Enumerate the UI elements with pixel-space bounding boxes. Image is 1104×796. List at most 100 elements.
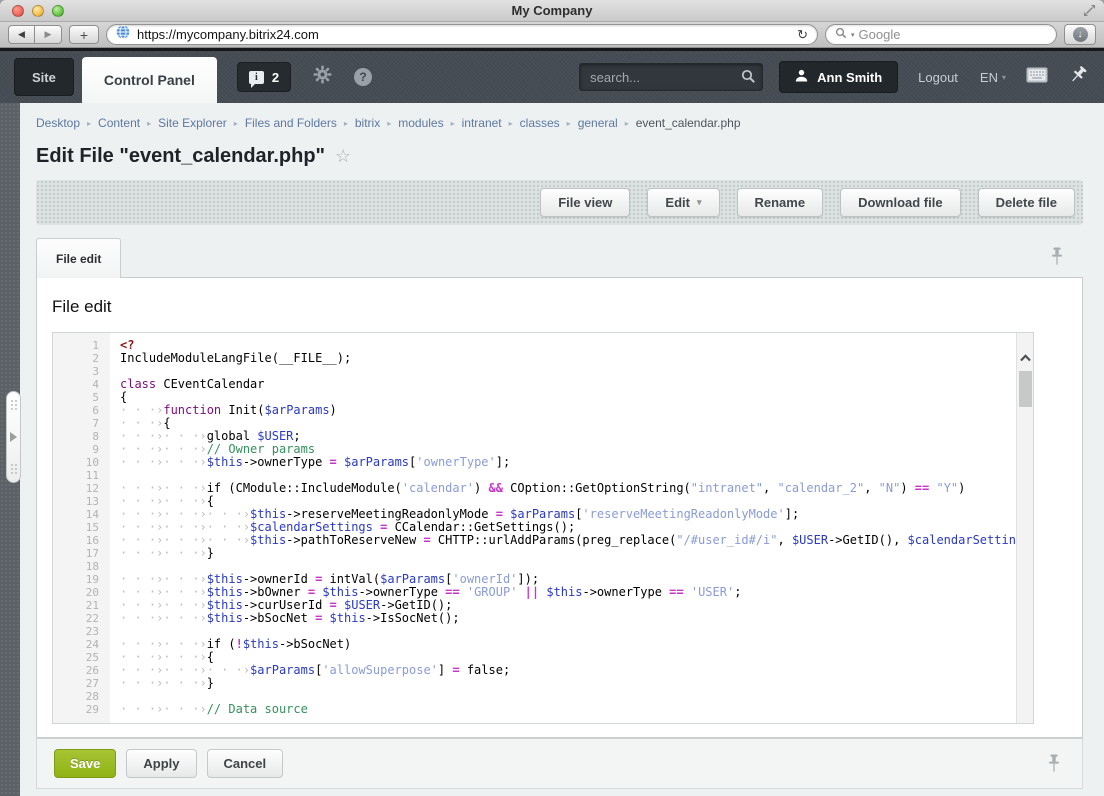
line-number: 29 — [85, 703, 99, 716]
breadcrumb-item[interactable]: general — [578, 116, 618, 130]
web-search-field[interactable]: ▾ Google — [825, 24, 1057, 45]
breadcrumb-item[interactable]: Site Explorer — [158, 116, 227, 130]
reload-icon[interactable]: ↻ — [797, 27, 808, 43]
code-line[interactable]: 2 IncludeModuleLangFile(__FILE__); — [53, 352, 1033, 366]
logout-link[interactable]: Logout — [918, 70, 958, 85]
save-button[interactable]: Save — [54, 749, 117, 778]
pin-icon[interactable] — [1046, 754, 1062, 778]
cancel-button[interactable]: Cancel — [206, 749, 284, 778]
scroll-up-icon[interactable] — [1020, 349, 1031, 367]
form-footer: Save Apply Cancel — [36, 738, 1083, 789]
code-line[interactable]: 17 · · ·›· · ·›} — [53, 547, 1033, 561]
zoom-window-button[interactable] — [52, 5, 64, 17]
pin-icon[interactable] — [1068, 65, 1088, 90]
tab-control-panel-label: Control Panel — [103, 72, 195, 88]
code-pane: 1 <? 2 IncludeModuleLangFile(__FILE__); 3 4 cl… — [53, 333, 1033, 717]
code-line[interactable]: 22 · · ·›· · ·›$this->bSocNet = $this->Is… — [53, 611, 1033, 626]
button-label: Delete file — [995, 195, 1057, 210]
line-number: 17 — [85, 547, 99, 560]
user-name: Ann Smith — [817, 69, 883, 85]
resize-icon[interactable] — [1083, 4, 1096, 22]
edit-button[interactable]: Edit ▾ — [647, 188, 720, 217]
nav-buttons: ◀ ▶ — [8, 25, 62, 44]
tab-file-edit-label: File edit — [56, 251, 102, 266]
page-zone: Desktop ▸ Content ▸ Site Explorer ▸ Files and … — [0, 103, 1104, 796]
line-number: 3 — [92, 365, 99, 378]
tab-control-panel[interactable]: Control Panel — [81, 57, 217, 103]
button-label: Download file — [858, 195, 943, 210]
scrollbar-thumb[interactable] — [1019, 371, 1032, 407]
window-controls — [12, 5, 64, 17]
line-number: 4 — [92, 378, 99, 391]
gear-icon[interactable] — [313, 65, 332, 89]
tab-file-edit[interactable]: File edit — [36, 238, 122, 278]
back-button[interactable]: ◀ — [8, 25, 35, 44]
breadcrumb-item[interactable]: intranet — [462, 116, 502, 130]
tab-site-label: Site — [32, 69, 56, 85]
new-tab-button[interactable]: + — [69, 25, 99, 44]
line-number: 19 — [85, 573, 99, 586]
address-bar[interactable]: https://mycompany.bitrix24.com ↻ — [106, 24, 818, 45]
window-title: My Company — [511, 3, 593, 18]
language-selector[interactable]: EN ▾ — [980, 70, 1006, 85]
code-line[interactable]: 29 · · ·›· · ·›// Data source — [53, 702, 1033, 717]
file-view-button[interactable]: File view — [540, 188, 631, 217]
pin-icon[interactable] — [1049, 247, 1065, 271]
breadcrumb: Desktop ▸ Content ▸ Site Explorer ▸ Files and … — [36, 103, 1083, 141]
line-number: 14 — [85, 508, 99, 521]
code-text: · · ·›· · ·›} — [120, 676, 214, 690]
user-menu-button[interactable]: Ann Smith — [779, 61, 899, 93]
breadcrumb-item[interactable]: modules — [398, 116, 443, 130]
downloads-button[interactable]: ↓ — [1064, 24, 1096, 45]
line-number: 11 — [85, 469, 99, 482]
content-tab-row: File edit — [36, 237, 1083, 278]
tab-site[interactable]: Site — [14, 58, 74, 96]
code-line[interactable]: 6 · · ·›function Init($arParams) — [53, 404, 1033, 418]
info-bubble-icon: i — [248, 70, 264, 88]
help-icon[interactable]: ? — [354, 68, 373, 86]
line-number: 23 — [85, 625, 99, 638]
line-number: 1 — [92, 339, 99, 352]
code-text: · · ·›· · ·›$this->bSocNet = $this->IsSo… — [120, 611, 460, 625]
code-line[interactable]: 10 · · ·›· · ·›$this->ownerType = $arPara… — [53, 456, 1033, 470]
notifications-button[interactable]: i 2 — [236, 62, 292, 92]
forward-button[interactable]: ▶ — [35, 25, 62, 44]
minimize-window-button[interactable] — [32, 5, 44, 17]
plus-icon: + — [79, 26, 89, 43]
line-number: 13 — [85, 495, 99, 508]
apply-button[interactable]: Apply — [126, 749, 197, 778]
app-header: Site Control Panel i 2 ? search... Ann S… — [0, 48, 1104, 103]
breadcrumb-item[interactable]: Desktop — [36, 116, 80, 130]
globe-icon — [116, 25, 130, 44]
download-file-button[interactable]: Download file — [840, 188, 961, 217]
code-editor[interactable]: 1 <? 2 IncludeModuleLangFile(__FILE__); 3 4 cl… — [52, 332, 1034, 724]
rename-button[interactable]: Rename — [736, 188, 824, 217]
code-text: class CEventCalendar — [120, 377, 265, 391]
code-line[interactable]: 4 class CEventCalendar — [53, 377, 1033, 392]
delete-file-button[interactable]: Delete file — [977, 188, 1075, 217]
line-number: 9 — [92, 443, 99, 456]
drag-dots-icon — [10, 399, 17, 411]
favorite-star-icon[interactable]: ☆ — [335, 146, 351, 167]
line-number: 25 — [85, 651, 99, 664]
keyboard-icon[interactable] — [1026, 67, 1048, 88]
editor-scrollbar[interactable] — [1016, 333, 1033, 723]
code-text: · · ·›· · ·›// Data source — [120, 702, 308, 716]
code-text: · · ·›· · ·›if (CModule::IncludeModule('… — [120, 481, 966, 495]
notification-count-badge: 2 — [271, 69, 280, 85]
breadcrumb-item[interactable]: bitrix — [355, 116, 380, 130]
sidebar-expand-handle[interactable] — [6, 391, 21, 483]
code-line[interactable]: 27 · · ·›· · ·›} — [53, 676, 1033, 691]
page-title-row: Edit File "event_calendar.php" ☆ — [36, 141, 1083, 180]
line-number: 5 — [92, 391, 99, 404]
line-number: 16 — [85, 534, 99, 547]
search-input[interactable] — [579, 63, 764, 91]
line-number: 27 — [85, 677, 99, 690]
close-window-button[interactable] — [12, 5, 24, 17]
breadcrumb-item[interactable]: classes — [520, 116, 560, 130]
breadcrumb-item[interactable]: Files and Folders — [245, 116, 337, 130]
breadcrumb-item[interactable]: Content — [98, 116, 140, 130]
collapsed-sidebar — [0, 103, 21, 796]
line-number: 10 — [85, 456, 99, 469]
